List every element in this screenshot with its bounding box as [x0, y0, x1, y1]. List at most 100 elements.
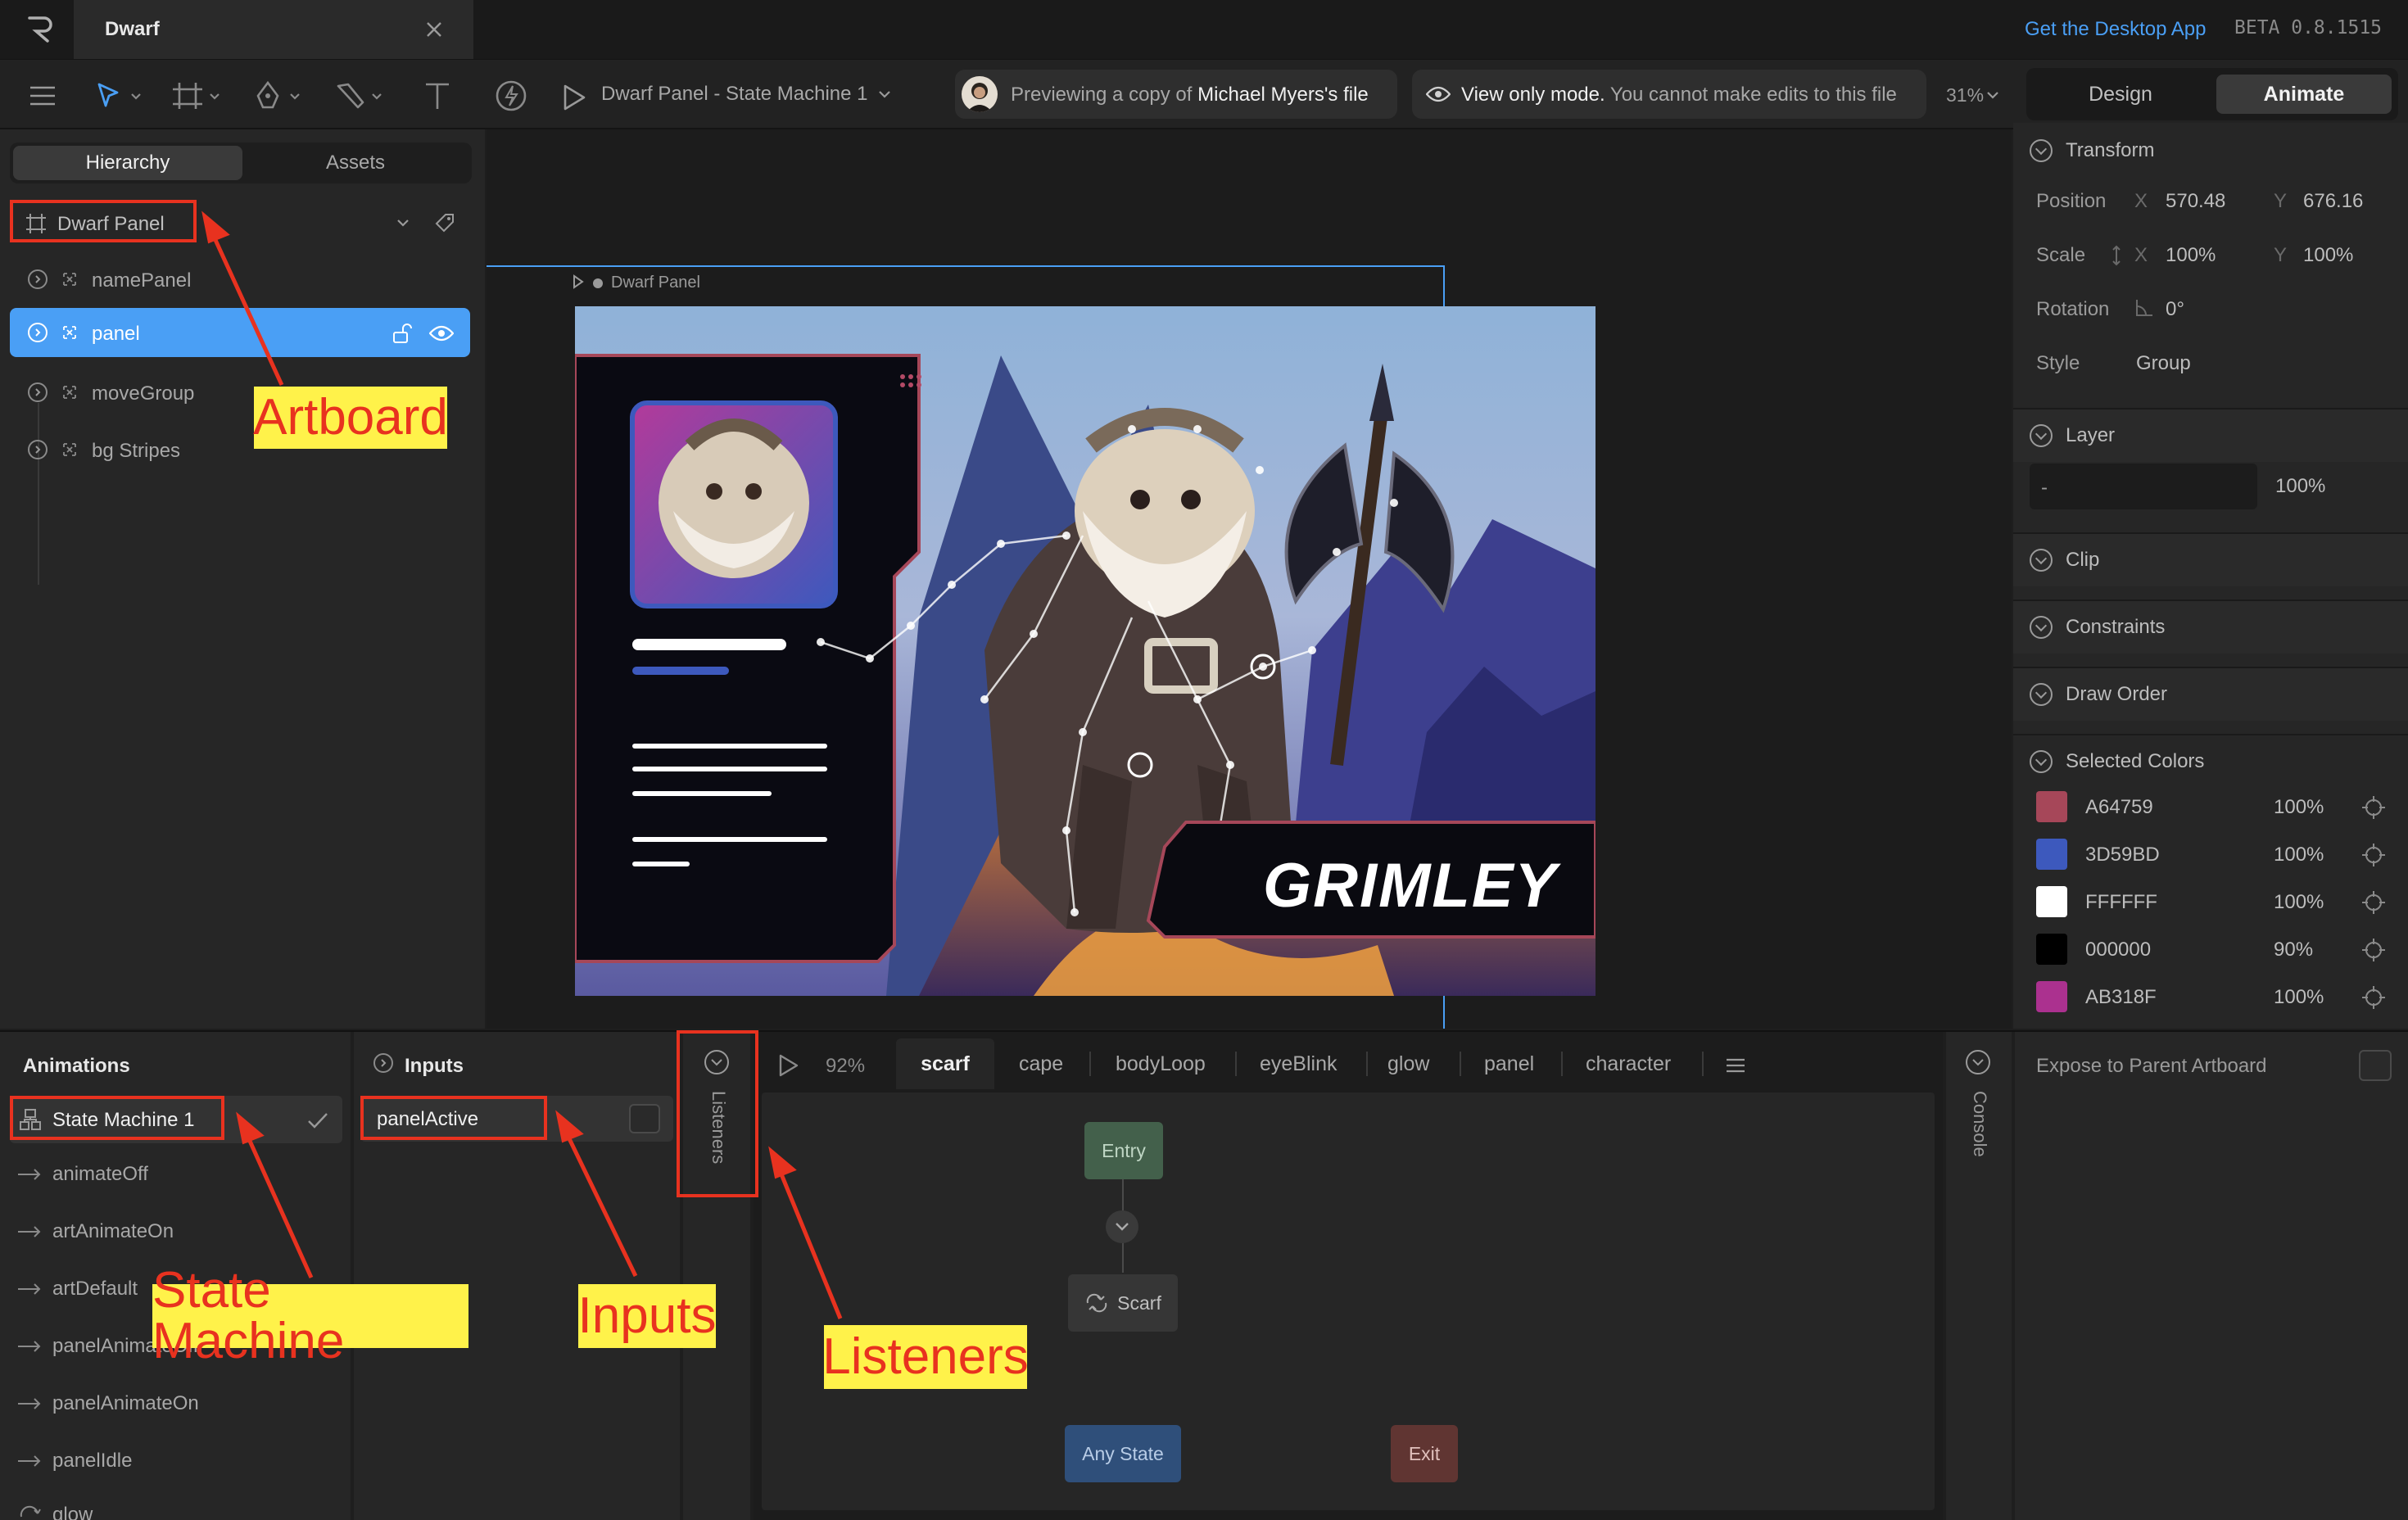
clip-section-header[interactable]: Clip	[2013, 532, 2408, 586]
artboard-frame[interactable]: GRIMLEY	[575, 306, 1596, 996]
desktop-app-link[interactable]: Get the Desktop App	[2025, 18, 2206, 41]
collapse-icon[interactable]	[2030, 424, 2053, 447]
tab-eyeblink[interactable]: eyeBlink	[1260, 1038, 1338, 1089]
tab-glow[interactable]: glow	[1387, 1038, 1429, 1089]
animation-item[interactable]: panelAnimateOn	[16, 1379, 199, 1428]
expand-icon[interactable]	[28, 323, 48, 342]
tab-cape[interactable]: cape	[1019, 1038, 1063, 1089]
scarf-node[interactable]: Scarf	[1068, 1274, 1178, 1332]
events-tool-icon[interactable]	[491, 78, 531, 114]
breadcrumb[interactable]: Dwarf Panel - State Machine 1	[601, 83, 868, 106]
position-y-value[interactable]: 676.16	[2303, 190, 2363, 213]
close-icon[interactable]	[421, 16, 447, 43]
color-opacity: 100%	[2274, 891, 2324, 913]
chevron-down-icon[interactable]	[395, 215, 411, 231]
artboard-play-icon[interactable]	[572, 274, 585, 290]
animation-item[interactable]: animateOff	[16, 1150, 148, 1199]
color-row[interactable]: 3D59BD 100%	[2013, 834, 2408, 875]
mode-design-button[interactable]: Design	[2033, 75, 2208, 114]
transition-arrow-icon[interactable]	[1106, 1210, 1138, 1243]
animation-item[interactable]: panelIdle	[16, 1436, 132, 1486]
exit-node[interactable]: Exit	[1391, 1425, 1458, 1482]
play-icon[interactable]	[775, 1052, 803, 1079]
canvas[interactable]: Dwarf Panel GRIMLEY	[487, 129, 2012, 1029]
target-icon[interactable]	[2360, 842, 2387, 868]
expand-icon[interactable]	[28, 269, 48, 289]
text-tool-icon[interactable]	[418, 78, 457, 114]
transform-section-header[interactable]: Transform	[2013, 123, 2408, 179]
position-x-value[interactable]: 570.48	[2166, 190, 2225, 213]
expand-icon[interactable]	[28, 382, 48, 402]
collapse-icon[interactable]	[2030, 549, 2053, 572]
tab-panel[interactable]: panel	[1484, 1038, 1534, 1089]
unlock-icon[interactable]	[390, 321, 414, 346]
tab-assets[interactable]: Assets	[242, 146, 468, 180]
entry-node[interactable]: Entry	[1084, 1122, 1163, 1179]
color-row[interactable]: A64759 100%	[2013, 786, 2408, 827]
expand-icon[interactable]	[373, 1053, 393, 1073]
tab-scarf[interactable]: scarf	[896, 1038, 994, 1089]
collapse-icon[interactable]	[2030, 616, 2053, 639]
color-swatch[interactable]	[2036, 791, 2067, 822]
tab-character[interactable]: character	[1586, 1038, 1671, 1089]
draw-order-section-header[interactable]: Draw Order	[2013, 667, 2408, 721]
color-swatch[interactable]	[2036, 934, 2067, 965]
input-checkbox[interactable]	[629, 1104, 660, 1133]
target-icon[interactable]	[2360, 794, 2387, 821]
collapse-icon[interactable]	[2030, 750, 2053, 773]
playback-speed[interactable]: 92%	[826, 1055, 865, 1078]
color-swatch[interactable]	[2036, 839, 2067, 870]
collapse-icon[interactable]	[1966, 1050, 1990, 1074]
scale-y-value[interactable]: 100%	[2303, 244, 2353, 267]
constraints-section-header[interactable]: Constraints	[2013, 599, 2408, 654]
rive-logo-icon[interactable]	[21, 11, 57, 48]
menu-icon[interactable]	[25, 79, 61, 112]
pen-tool-icon[interactable]	[249, 78, 306, 114]
chevron-down-icon[interactable]	[876, 86, 893, 102]
target-icon[interactable]	[2360, 889, 2387, 916]
layer-opacity[interactable]: 100%	[2275, 475, 2325, 498]
tabs-menu-icon[interactable]	[1722, 1052, 1749, 1079]
scale-x-value[interactable]: 100%	[2166, 244, 2216, 267]
blend-mode-field[interactable]: -	[2030, 464, 2257, 509]
transform-title: Transform	[2066, 139, 2155, 161]
play-icon[interactable]	[557, 81, 591, 114]
animation-item[interactable]: glow	[16, 1491, 93, 1520]
target-icon[interactable]	[2360, 937, 2387, 963]
rotation-value[interactable]: 0°	[2166, 298, 2184, 321]
artboard-tool-icon[interactable]	[169, 78, 226, 114]
zoom-level[interactable]: 31%	[1946, 84, 1984, 106]
eye-icon[interactable]	[428, 323, 455, 344]
document-tab[interactable]: Dwarf	[74, 0, 473, 59]
inputs-annotation-text: Inputs	[577, 1287, 717, 1344]
select-tool-icon[interactable]	[90, 78, 147, 114]
collapse-icon[interactable]	[2030, 139, 2053, 162]
expand-icon[interactable]	[28, 440, 48, 459]
link-icon[interactable]	[2110, 244, 2123, 267]
style-value[interactable]: Group	[2136, 352, 2191, 375]
zoom-chevron-down-icon[interactable]	[1985, 88, 2000, 102]
tab-hierarchy[interactable]: Hierarchy	[13, 146, 242, 180]
color-row[interactable]: 000000 90%	[2013, 929, 2408, 970]
color-row[interactable]: FFFFFF 100%	[2013, 881, 2408, 922]
selected-colors-section-header[interactable]: Selected Colors	[2013, 734, 2408, 788]
color-swatch[interactable]	[2036, 981, 2067, 1012]
animation-item[interactable]: artAnimateOn	[16, 1207, 174, 1256]
target-icon[interactable]	[2360, 984, 2387, 1011]
version-label: BETA 0.8.1515	[2234, 17, 2383, 38]
bone-tool-icon[interactable]	[331, 78, 388, 114]
color-row[interactable]: AB318F 100%	[2013, 976, 2408, 1017]
animation-item[interactable]: artDefault	[16, 1264, 138, 1314]
color-swatch[interactable]	[2036, 886, 2067, 917]
tag-icon[interactable]	[432, 211, 457, 234]
tab-bodyloop[interactable]: bodyLoop	[1116, 1038, 1206, 1089]
graph-canvas[interactable]	[762, 1092, 1935, 1510]
expose-checkbox[interactable]	[2359, 1050, 2392, 1081]
layer-section-header[interactable]: Layer	[2013, 408, 2408, 462]
any-state-node[interactable]: Any State	[1065, 1425, 1181, 1482]
mode-animate-button[interactable]: Animate	[2216, 75, 2392, 114]
layer-row-panel[interactable]: panel	[10, 308, 470, 357]
collapse-icon[interactable]	[2030, 683, 2053, 706]
console-tab[interactable]: Console	[1946, 1032, 2012, 1520]
layer-row-namepanel[interactable]: namePanel	[10, 254, 470, 305]
